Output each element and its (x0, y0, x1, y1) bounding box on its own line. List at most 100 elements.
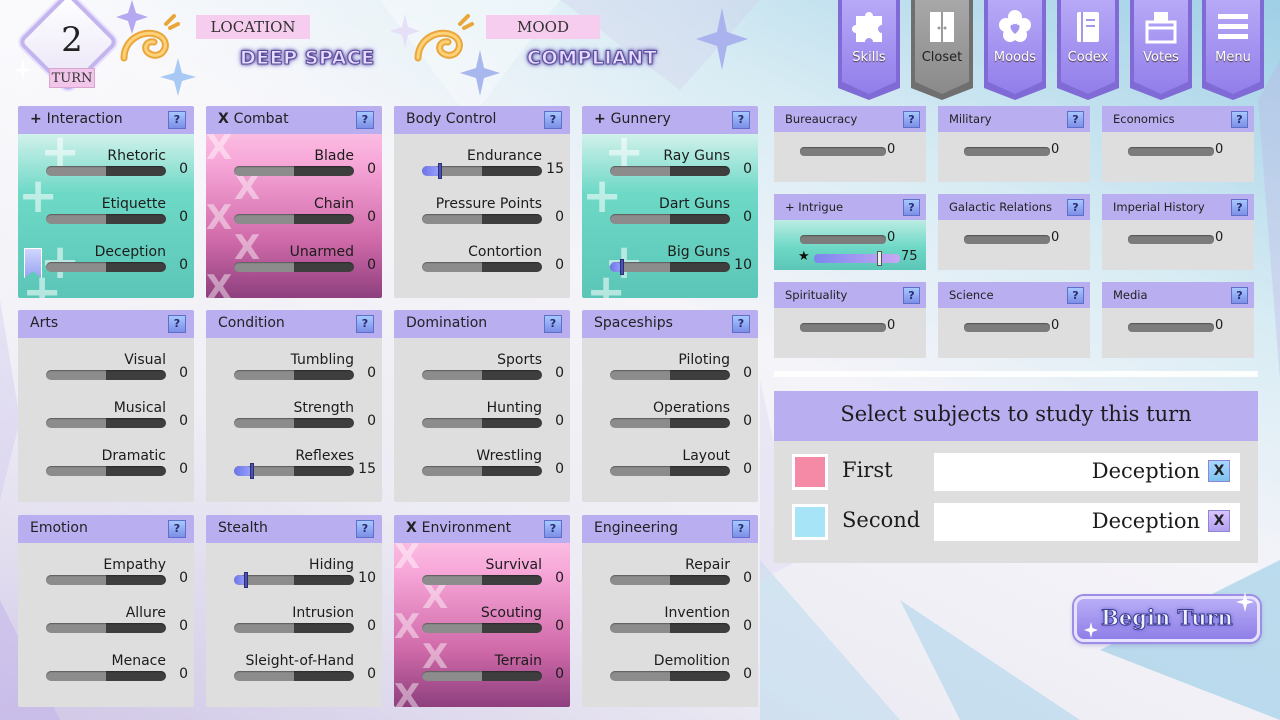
skill-panel-arts: Arts? Visual 0 Musical 0 Dramatic 0 (18, 310, 194, 502)
begin-turn-button[interactable]: Begin Turn (1074, 596, 1260, 642)
help-button[interactable]: ? (168, 315, 186, 333)
nav-closet-button[interactable]: Closet (911, 0, 973, 100)
skill-name: Menace (111, 653, 166, 669)
first-clear-button[interactable]: X (1208, 460, 1230, 482)
skill-row-rhetoric[interactable]: Rhetoric 0 (46, 148, 188, 188)
help-button[interactable]: ? (356, 315, 374, 333)
skill-row-piloting[interactable]: Piloting 0 (610, 352, 752, 392)
knowledge-progress-bar (800, 323, 886, 332)
skill-row-pressure-points[interactable]: Pressure Points 0 (422, 196, 564, 236)
skill-row-repair[interactable]: Repair 0 (610, 557, 752, 597)
panel-title: + Interaction (30, 111, 123, 127)
skill-row-wrestling[interactable]: Wrestling 0 (422, 448, 564, 488)
skill-row-deception[interactable]: Deception 0 (46, 244, 188, 284)
skill-row-blade[interactable]: Blade 0 (234, 148, 376, 188)
nav-moods-button[interactable]: Moods (984, 0, 1046, 100)
knowledge-panel-bureaucracy: Bureaucracy? 0 (774, 106, 926, 182)
skill-row-sleight-of-hand[interactable]: Sleight-of-Hand 0 (234, 653, 376, 693)
second-color-swatch (792, 504, 828, 540)
skill-row-reflexes[interactable]: Reflexes 15 (234, 448, 376, 488)
skill-row-dramatic[interactable]: Dramatic 0 (46, 448, 188, 488)
skill-row-demolition[interactable]: Demolition 0 (610, 653, 752, 693)
skill-row-hiding[interactable]: Hiding 10 (234, 557, 376, 597)
skill-row-layout[interactable]: Layout 0 (610, 448, 752, 488)
skill-row-contortion[interactable]: Contortion 0 (422, 244, 564, 284)
panel-title-text: Gunnery (610, 111, 671, 127)
nav-codex-button[interactable]: Codex (1057, 0, 1119, 100)
help-button[interactable]: ? (1067, 111, 1084, 128)
skill-name: Musical (113, 400, 166, 416)
study-title: Select subjects to study this turn (840, 402, 1192, 426)
skill-row-strength[interactable]: Strength 0 (234, 400, 376, 440)
nav-votes-button[interactable]: Votes (1130, 0, 1192, 100)
help-button[interactable]: ? (903, 111, 920, 128)
panel-header: Body Control? (394, 106, 570, 134)
help-button[interactable]: ? (1231, 199, 1248, 216)
skill-name: Strength (293, 400, 354, 416)
skill-row-big-guns[interactable]: Big Guns 10 (610, 244, 752, 284)
skill-progress-bar (610, 214, 730, 224)
knowledge-header: Bureaucracy? (774, 106, 926, 132)
skill-row-empathy[interactable]: Empathy 0 (46, 557, 188, 597)
skill-value: 0 (367, 365, 376, 381)
skill-name: Intrusion (292, 605, 354, 621)
panel-title: Body Control (406, 111, 496, 127)
help-button[interactable]: ? (1067, 199, 1084, 216)
second-clear-button[interactable]: X (1208, 510, 1230, 532)
panel-title-text: Interaction (46, 111, 123, 127)
help-button[interactable]: ? (732, 111, 750, 129)
nav-skills-button[interactable]: Skills (838, 0, 900, 100)
skill-row-ray-guns[interactable]: Ray Guns 0 (610, 148, 752, 188)
help-button[interactable]: ? (356, 111, 374, 129)
help-button[interactable]: ? (168, 520, 186, 538)
second-subject-field[interactable]: Deception X (934, 503, 1240, 541)
knowledge-panel-intrigue: + Intrigue? 0 ★ 75 (774, 194, 926, 270)
skill-name: Tumbling (290, 352, 354, 368)
skill-row-hunting[interactable]: Hunting 0 (422, 400, 564, 440)
skill-row-unarmed[interactable]: Unarmed 0 (234, 244, 376, 284)
skill-progress-bar (46, 214, 166, 224)
skill-value: 0 (367, 161, 376, 177)
skill-row-musical[interactable]: Musical 0 (46, 400, 188, 440)
skill-row-dart-guns[interactable]: Dart Guns 0 (610, 196, 752, 236)
first-subject-field[interactable]: Deception X (934, 453, 1240, 491)
nav-menu-button[interactable]: Menu (1202, 0, 1264, 100)
skill-row-sports[interactable]: Sports 0 (422, 352, 564, 392)
skill-progress-bar (234, 575, 354, 585)
section-divider (774, 371, 1258, 377)
skill-value: 0 (555, 570, 564, 586)
help-button[interactable]: ? (356, 520, 374, 538)
skill-row-endurance[interactable]: Endurance 15 (422, 148, 564, 188)
help-button[interactable]: ? (1231, 111, 1248, 128)
skill-row-etiquette[interactable]: Etiquette 0 (46, 196, 188, 236)
mood-label: MOOD (486, 15, 600, 39)
skill-row-tumbling[interactable]: Tumbling 0 (234, 352, 376, 392)
knowledge-title: Economics (1113, 112, 1175, 126)
skill-row-invention[interactable]: Invention 0 (610, 605, 752, 645)
skill-row-chain[interactable]: Chain 0 (234, 196, 376, 236)
skill-row-menace[interactable]: Menace 0 (46, 653, 188, 693)
help-button[interactable]: ? (732, 520, 750, 538)
skill-row-allure[interactable]: Allure 0 (46, 605, 188, 645)
help-button[interactable]: ? (544, 520, 562, 538)
skill-row-scouting[interactable]: Scouting 0 (422, 605, 564, 645)
help-button[interactable]: ? (168, 111, 186, 129)
skill-row-survival[interactable]: Survival 0 (422, 557, 564, 597)
help-button[interactable]: ? (903, 199, 920, 216)
help-button[interactable]: ? (1231, 287, 1248, 304)
knowledge-header: Media? (1102, 282, 1254, 308)
help-button[interactable]: ? (903, 287, 920, 304)
skill-name: Allure (125, 605, 166, 621)
skill-row-terrain[interactable]: Terrain 0 (422, 653, 564, 693)
help-button[interactable]: ? (732, 315, 750, 333)
knowledge-header: Imperial History? (1102, 194, 1254, 220)
skill-row-visual[interactable]: Visual 0 (46, 352, 188, 392)
panel-header: Domination? (394, 310, 570, 338)
skill-row-operations[interactable]: Operations 0 (610, 400, 752, 440)
help-button[interactable]: ? (544, 315, 562, 333)
skill-name: Reflexes (295, 448, 354, 464)
help-button[interactable]: ? (1067, 287, 1084, 304)
skill-row-intrusion[interactable]: Intrusion 0 (234, 605, 376, 645)
nav-moods-label: Moods (993, 50, 1037, 65)
help-button[interactable]: ? (544, 111, 562, 129)
